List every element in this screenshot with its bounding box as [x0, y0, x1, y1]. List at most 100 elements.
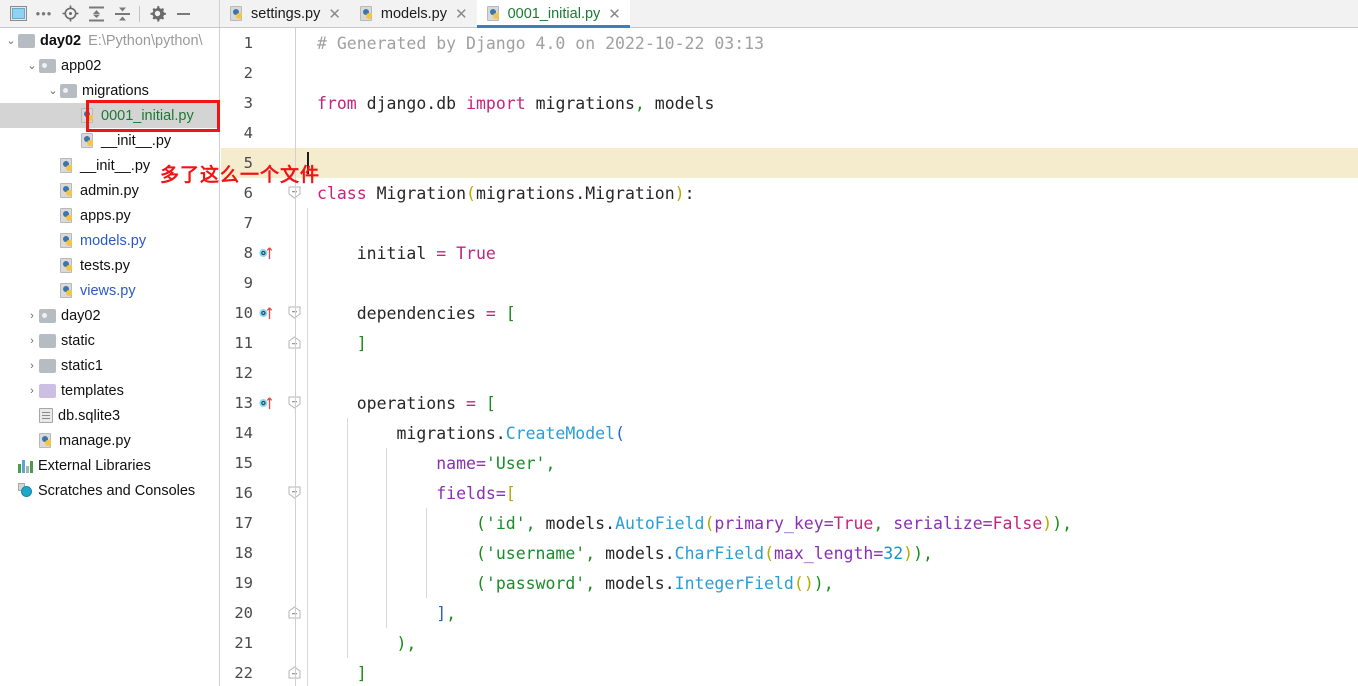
indent-guide — [307, 268, 308, 298]
gutter-marker[interactable] — [253, 478, 283, 508]
top-bar: ••• settings.py ✕ models.py ✕ 0001_initi… — [0, 0, 1358, 28]
gutter-marker[interactable] — [253, 238, 283, 268]
more-options-icon[interactable]: ••• — [32, 3, 56, 25]
gutter-marker[interactable] — [253, 658, 283, 686]
gutter-marker[interactable] — [253, 628, 283, 658]
gutter-marker[interactable] — [253, 448, 283, 478]
chevron-right-icon[interactable]: › — [25, 335, 39, 347]
expand-all-icon[interactable] — [84, 3, 108, 25]
file-views-py[interactable]: ›views.py — [0, 278, 219, 303]
code-line[interactable]: 11 ] — [221, 328, 1358, 358]
code-token: , — [406, 633, 417, 653]
gutter-marker[interactable] — [253, 418, 283, 448]
gutter-marker[interactable] — [253, 118, 283, 148]
gutter-marker[interactable] — [253, 298, 283, 328]
chevron-right-icon[interactable]: › — [25, 385, 39, 397]
code-line[interactable]: 18 ('username', models.CharField(max_len… — [221, 538, 1358, 568]
gutter-marker[interactable] — [253, 388, 283, 418]
locate-file-icon[interactable] — [58, 3, 82, 25]
code-line[interactable]: 17 ('id', models.AutoField(primary_key=T… — [221, 508, 1358, 538]
gutter-marker[interactable] — [253, 508, 283, 538]
hide-panel-icon[interactable] — [171, 3, 195, 25]
settings-gear-icon[interactable] — [145, 3, 169, 25]
gutter-marker[interactable] — [253, 58, 283, 88]
code-line[interactable]: 2 — [221, 58, 1358, 88]
file-apps-py[interactable]: ›apps.py — [0, 203, 219, 228]
chevron-right-icon[interactable]: › — [25, 360, 39, 372]
code-text: ), — [307, 634, 416, 653]
gutter-marker[interactable] — [253, 598, 283, 628]
code-token: , — [1062, 513, 1073, 533]
file-tests-py[interactable]: ›tests.py — [0, 253, 219, 278]
node-external-libraries[interactable]: ›External Libraries — [0, 453, 219, 478]
code-line[interactable]: 9 — [221, 268, 1358, 298]
code-line[interactable]: 8 initial = True — [221, 238, 1358, 268]
code-line[interactable]: 20 ], — [221, 598, 1358, 628]
code-line[interactable]: 19 ('password', models.IntegerField()), — [221, 568, 1358, 598]
code-token: ) — [674, 183, 685, 203]
close-icon[interactable]: ✕ — [328, 5, 341, 23]
code-token: CharField — [674, 543, 765, 563]
file-db-sqlite3[interactable]: ›db.sqlite3 — [0, 403, 219, 428]
code-line[interactable]: 7 — [221, 208, 1358, 238]
indent-guide — [386, 598, 388, 628]
code-line[interactable]: 1 # Generated by Django 4.0 on 2022-10-22… — [221, 28, 1358, 58]
line-number: 1 — [243, 34, 253, 52]
gutter-marker[interactable] — [253, 208, 283, 238]
folder-migrations[interactable]: ⌄ migrations — [0, 78, 219, 103]
close-icon[interactable]: ✕ — [608, 5, 621, 23]
code-line[interactable]: 14 migrations.CreateModel( — [221, 418, 1358, 448]
tree-item-label: day02 — [61, 307, 101, 324]
line-number: 21 — [234, 634, 253, 652]
chevron-down-icon[interactable]: ⌄ — [4, 34, 18, 47]
node-scratches-and-consoles[interactable]: ›Scratches and Consoles — [0, 478, 219, 503]
override-method-icon[interactable] — [259, 305, 273, 321]
project-tree[interactable]: ⌄ day02 E:\Python\python\ ⌄ app02 ⌄ migrations… — [0, 28, 220, 686]
file-manage-py[interactable]: ›manage.py — [0, 428, 219, 453]
collapse-all-icon[interactable] — [110, 3, 134, 25]
override-method-icon[interactable] — [259, 245, 273, 261]
folder-static[interactable]: › static — [0, 328, 219, 353]
project-root-day02[interactable]: ⌄ day02 E:\Python\python\ — [0, 28, 219, 53]
folder-day02[interactable]: › day02 — [0, 303, 219, 328]
code-line[interactable]: 5 — [221, 148, 1358, 178]
gutter-marker[interactable] — [253, 538, 283, 568]
code-line[interactable]: 6 class Migration(migrations.Migration): — [221, 178, 1358, 208]
file-0001-initial-py[interactable]: ›0001_initial.py — [0, 103, 219, 128]
gutter-marker[interactable] — [253, 88, 283, 118]
chevron-right-icon[interactable]: › — [25, 310, 39, 322]
code-line[interactable]: 4 — [221, 118, 1358, 148]
code-line[interactable]: 12 — [221, 358, 1358, 388]
folder-static1[interactable]: › static1 — [0, 353, 219, 378]
code-line[interactable]: 15 name='User', — [221, 448, 1358, 478]
override-method-icon[interactable] — [259, 395, 273, 411]
code-editor[interactable]: 1 # Generated by Django 4.0 on 2022-10-22… — [221, 28, 1358, 686]
indent-guide — [386, 478, 388, 508]
chevron-down-icon[interactable]: ⌄ — [25, 59, 39, 72]
folder-templates[interactable]: › templates — [0, 378, 219, 403]
chevron-down-icon[interactable]: ⌄ — [46, 84, 60, 97]
code-line[interactable]: 10 dependencies = [ — [221, 298, 1358, 328]
python-file-icon — [60, 232, 75, 249]
gutter-marker[interactable] — [253, 28, 283, 58]
folder-app02[interactable]: ⌄ app02 — [0, 53, 219, 78]
gutter-marker[interactable] — [253, 358, 283, 388]
code-line[interactable]: 13 operations = [ — [221, 388, 1358, 418]
code-line[interactable]: 3 from django.db import migrations, model… — [221, 88, 1358, 118]
close-icon[interactable]: ✕ — [455, 5, 468, 23]
gutter-marker[interactable] — [253, 268, 283, 298]
tab-settings-py[interactable]: settings.py ✕ — [220, 0, 350, 27]
file-migrations-init-py[interactable]: ›__init__.py — [0, 128, 219, 153]
project-window-icon[interactable] — [6, 3, 30, 25]
code-line[interactable]: 22 ] — [221, 658, 1358, 686]
gutter-marker[interactable] — [253, 568, 283, 598]
file-models-py[interactable]: ›models.py — [0, 228, 219, 253]
line-number: 11 — [234, 334, 253, 352]
tab-models-py[interactable]: models.py ✕ — [349, 0, 477, 27]
code-line[interactable]: 21 ), — [221, 628, 1358, 658]
tab-0001-initial-py[interactable]: 0001_initial.py ✕ — [476, 0, 630, 28]
gutter-marker[interactable] — [253, 328, 283, 358]
code-line[interactable]: 16 fields=[ — [221, 478, 1358, 508]
